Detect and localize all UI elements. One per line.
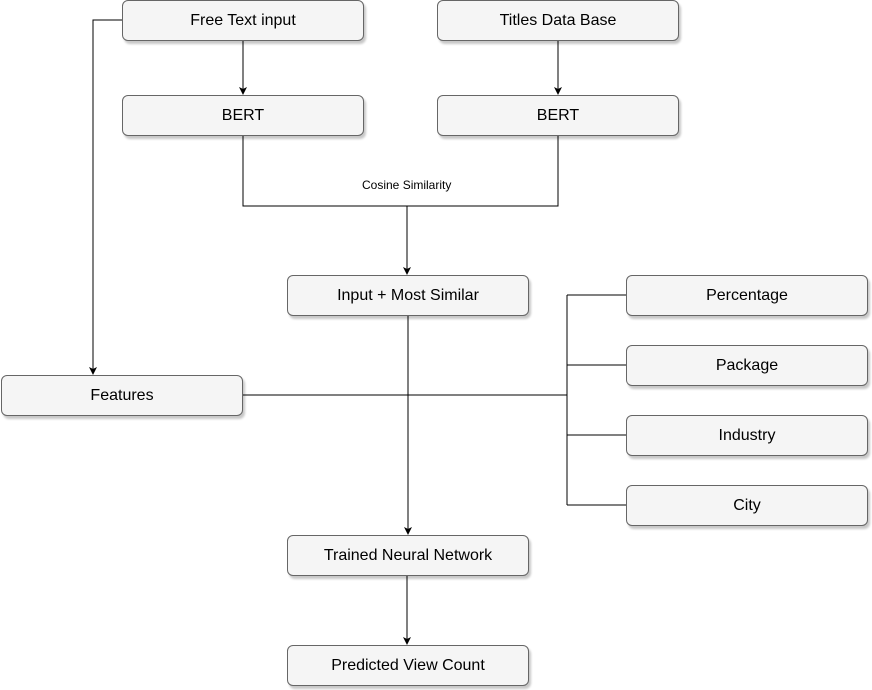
node-free-text-input[interactable]: Free Text input: [122, 0, 364, 41]
edge-label-cosine-similarity: Cosine Similarity: [360, 178, 454, 192]
edge-bert-left-merge: [242, 136, 559, 207]
node-input-most-similar[interactable]: Input + Most Similar: [287, 275, 529, 316]
node-trained-neural-network[interactable]: Trained Neural Network: [287, 535, 529, 576]
edge-freetext-to-features: [89, 19, 122, 375]
node-bert-right[interactable]: BERT: [437, 95, 679, 136]
node-city[interactable]: City: [626, 485, 868, 526]
node-industry[interactable]: Industry: [626, 415, 868, 456]
node-bert-left[interactable]: BERT: [122, 95, 364, 136]
node-predicted-view-count[interactable]: Predicted View Count: [287, 645, 529, 686]
node-features[interactable]: Features: [1, 375, 243, 416]
node-titles-data-base[interactable]: Titles Data Base: [437, 0, 679, 41]
node-package[interactable]: Package: [626, 345, 868, 386]
node-percentage[interactable]: Percentage: [626, 275, 868, 316]
